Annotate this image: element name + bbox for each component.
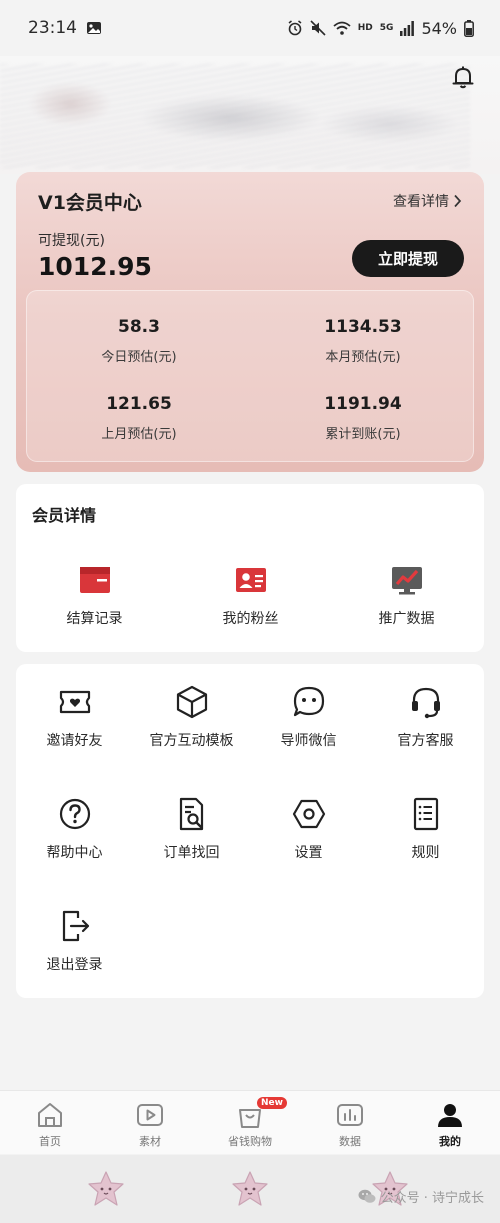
help-center-label: 帮助中心 bbox=[46, 845, 103, 861]
settlement-records-item[interactable]: 结算记录 bbox=[36, 562, 153, 628]
earnings-stats-panel: 58.3 今日预估(元) 1134.53 本月预估(元) 121.65 上月预估… bbox=[26, 290, 474, 462]
stat-total-received: 1191.94 累计到账(元) bbox=[263, 394, 463, 442]
official-templates-label: 官方互动模板 bbox=[149, 733, 234, 749]
nav-home[interactable]: 首页 bbox=[0, 1091, 100, 1154]
my-fans-label: 我的粉丝 bbox=[222, 611, 279, 627]
order-recovery-item[interactable]: 订单找回 bbox=[133, 796, 250, 862]
status-time: 23:14 bbox=[28, 18, 77, 38]
person-icon bbox=[435, 1100, 465, 1130]
alarm-icon bbox=[287, 20, 303, 36]
hexagon-settings-icon bbox=[291, 796, 327, 832]
bottom-navigation: 首页 素材 New 省钱购物 数据 我的 bbox=[0, 1090, 500, 1154]
wallet-icon bbox=[77, 562, 113, 598]
settings-label: 设置 bbox=[294, 845, 323, 861]
help-center-item[interactable]: 帮助中心 bbox=[16, 796, 133, 862]
play-icon bbox=[135, 1100, 165, 1130]
order-recovery-label: 订单找回 bbox=[163, 845, 220, 861]
help-icon bbox=[57, 796, 93, 832]
gallery-icon bbox=[86, 20, 102, 36]
member-details-section: 会员详情 结算记录 我的粉丝 推广数据 bbox=[16, 484, 484, 652]
nav-data-label: 数据 bbox=[339, 1135, 361, 1148]
settlement-records-label: 结算记录 bbox=[66, 611, 123, 627]
system-navigation-area: 公众号 · 诗宁成长 bbox=[0, 1155, 500, 1223]
ticket-heart-icon bbox=[57, 684, 93, 720]
network-gen-label: 5G bbox=[379, 23, 394, 33]
view-details-label: 查看详情 bbox=[393, 194, 449, 210]
stat-today: 58.3 今日预估(元) bbox=[39, 317, 239, 365]
logout-item[interactable]: 退出登录 bbox=[16, 908, 133, 974]
promotion-data-item[interactable]: 推广数据 bbox=[348, 562, 465, 628]
nav-home-label: 首页 bbox=[39, 1135, 61, 1148]
mentor-wechat-label: 导师微信 bbox=[280, 733, 337, 749]
cube-icon bbox=[174, 684, 210, 720]
my-fans-item[interactable]: 我的粉丝 bbox=[192, 562, 309, 628]
star-sticker-icon bbox=[86, 1169, 126, 1209]
chat-bubble-icon bbox=[291, 684, 327, 720]
signal-icon bbox=[400, 20, 415, 36]
stat-value: 58.3 bbox=[118, 317, 160, 337]
watermark: 公众号 · 诗宁成长 bbox=[358, 1187, 484, 1206]
document-search-icon bbox=[174, 796, 210, 832]
nav-data[interactable]: 数据 bbox=[300, 1091, 400, 1154]
wechat-icon bbox=[358, 1189, 376, 1204]
home-icon bbox=[35, 1100, 65, 1130]
nav-mine[interactable]: 我的 bbox=[400, 1091, 500, 1154]
stat-label: 今日预估(元) bbox=[101, 350, 177, 365]
bar-chart-icon bbox=[335, 1100, 365, 1130]
stat-last-month: 121.65 上月预估(元) bbox=[39, 394, 239, 442]
notification-bell-icon[interactable] bbox=[448, 62, 478, 92]
official-support-item[interactable]: 官方客服 bbox=[367, 684, 484, 750]
rules-label: 规则 bbox=[411, 845, 440, 861]
status-bar: 23:14 HD 5G 54% bbox=[0, 0, 500, 56]
chevron-right-icon bbox=[453, 194, 462, 208]
withdrawable-amount: 1012.95 bbox=[38, 252, 152, 281]
network-hd-label: HD bbox=[357, 23, 373, 33]
stat-label: 累计到账(元) bbox=[325, 427, 401, 442]
logout-icon bbox=[57, 908, 93, 944]
nav-materials-label: 素材 bbox=[139, 1135, 161, 1148]
withdraw-button[interactable]: 立即提现 bbox=[352, 240, 464, 277]
star-sticker-icon bbox=[230, 1169, 270, 1209]
trend-chart-icon bbox=[389, 562, 425, 598]
redacted-profile-area bbox=[0, 64, 470, 168]
rules-item[interactable]: 规则 bbox=[367, 796, 484, 862]
member-details-title: 会员详情 bbox=[32, 506, 97, 525]
view-details-link[interactable]: 查看详情 bbox=[393, 191, 462, 211]
profile-header bbox=[0, 56, 500, 174]
stat-label: 上月预估(元) bbox=[101, 427, 177, 442]
promotion-data-label: 推广数据 bbox=[378, 611, 435, 627]
stat-label: 本月预估(元) bbox=[325, 350, 401, 365]
new-badge: New bbox=[257, 1097, 287, 1109]
logout-label: 退出登录 bbox=[46, 957, 103, 973]
invite-friends-item[interactable]: 邀请好友 bbox=[16, 684, 133, 750]
official-templates-item[interactable]: 官方互动模板 bbox=[133, 684, 250, 750]
settings-item[interactable]: 设置 bbox=[250, 796, 367, 862]
headset-icon bbox=[408, 684, 444, 720]
wifi-icon bbox=[333, 21, 351, 36]
mentor-wechat-item[interactable]: 导师微信 bbox=[250, 684, 367, 750]
withdrawable-label: 可提现(元) bbox=[38, 233, 105, 249]
invite-friends-label: 邀请好友 bbox=[46, 733, 103, 749]
id-card-icon bbox=[233, 562, 269, 598]
nav-shopping[interactable]: New 省钱购物 bbox=[200, 1091, 300, 1154]
nav-materials[interactable]: 素材 bbox=[100, 1091, 200, 1154]
stat-value: 1191.94 bbox=[324, 394, 402, 414]
stat-value: 1134.53 bbox=[324, 317, 402, 337]
battery-percent: 54% bbox=[421, 18, 457, 38]
tools-section: 邀请好友 官方互动模板 导师微信 官方客服 帮助中心 订单找回 设置 规则 退出… bbox=[16, 664, 484, 998]
battery-icon bbox=[464, 19, 474, 37]
member-center-card: V1会员中心 查看详情 可提现(元) 1012.95 立即提现 58.3 今日预… bbox=[16, 172, 484, 472]
member-center-title: V1会员中心 bbox=[38, 192, 142, 214]
stat-value: 121.65 bbox=[106, 394, 172, 414]
stat-this-month: 1134.53 本月预估(元) bbox=[263, 317, 463, 365]
rules-list-icon bbox=[408, 796, 444, 832]
official-support-label: 官方客服 bbox=[397, 733, 454, 749]
nav-shopping-label: 省钱购物 bbox=[228, 1135, 272, 1148]
mute-icon bbox=[310, 20, 326, 36]
watermark-text: 公众号 · 诗宁成长 bbox=[380, 1191, 484, 1206]
nav-mine-label: 我的 bbox=[439, 1135, 461, 1148]
